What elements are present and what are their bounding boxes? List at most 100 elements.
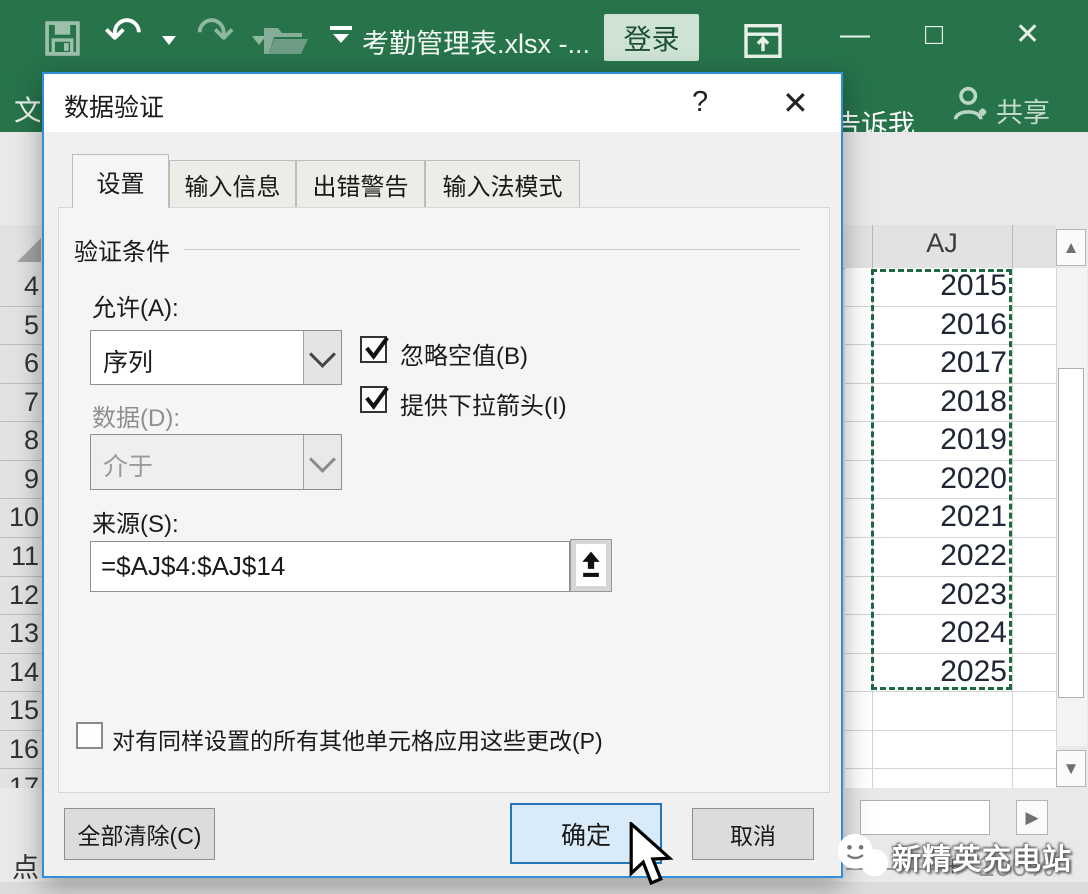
sheet-tab-partial[interactable]: 点 xyxy=(12,846,39,885)
cell-ai[interactable] xyxy=(845,731,873,769)
cell-ak[interactable] xyxy=(1013,422,1056,460)
share-label[interactable]: 共享 xyxy=(996,91,1050,130)
cell-ak[interactable] xyxy=(1013,307,1056,345)
cell-ak[interactable] xyxy=(1013,577,1056,615)
cell-ai[interactable] xyxy=(845,615,873,653)
dialog-close-icon[interactable]: ✕ xyxy=(782,84,809,122)
cell-ai[interactable] xyxy=(845,769,873,788)
cell-ai[interactable] xyxy=(845,307,873,345)
data-value: 介于 xyxy=(103,447,153,483)
undo-icon[interactable]: ↶ xyxy=(104,14,143,52)
row-header-12[interactable]: 12 xyxy=(0,577,45,616)
column-header-aj[interactable]: AJ xyxy=(872,228,1012,259)
cell-ak[interactable] xyxy=(1013,384,1056,422)
excel-window: ↶ ↷ 考勤管理表.xlsx -... 登录 — □ ✕ 文 告诉我 xyxy=(0,0,1088,894)
wechat-icon xyxy=(834,828,892,886)
minimize-button[interactable]: — xyxy=(840,20,870,50)
row-header-15[interactable]: 15 xyxy=(0,692,45,731)
row-header-16[interactable]: 16 xyxy=(0,731,45,770)
group-divider xyxy=(184,249,800,250)
cell-ai[interactable] xyxy=(845,268,873,306)
ignore-blank-label[interactable]: 忽略空值(B) xyxy=(400,336,528,371)
cell-ak[interactable] xyxy=(1013,692,1056,730)
cell-ai[interactable] xyxy=(845,384,873,422)
cell-ai[interactable] xyxy=(845,345,873,383)
source-input[interactable]: =$AJ$4:$AJ$14 xyxy=(90,541,570,592)
cell-ak[interactable] xyxy=(1013,538,1056,576)
watermark-text: 新精英充电站 xyxy=(892,836,1072,878)
check-icon xyxy=(360,382,394,414)
cell-ak[interactable] xyxy=(1013,499,1056,537)
ribbon-display-options-icon[interactable] xyxy=(744,24,782,58)
dialog-help-icon[interactable]: ? xyxy=(692,86,708,119)
data-validation-dialog: 数据验证 ? ✕ 设置输入信息出错警告输入法模式 验证条件 允许(A): 序列 … xyxy=(42,72,843,878)
arrow-up-from-bar-icon xyxy=(580,550,602,580)
chevron-down-icon xyxy=(309,341,336,368)
row-header-5[interactable]: 5 xyxy=(0,307,45,346)
allow-label: 允许(A): xyxy=(92,288,179,323)
cell-ak[interactable] xyxy=(1013,268,1056,306)
row-header-10[interactable]: 10 xyxy=(0,499,45,538)
data-dropdown-button xyxy=(303,435,341,489)
open-folder-icon[interactable] xyxy=(262,22,310,58)
check-icon xyxy=(360,332,394,364)
source-label: 来源(S): xyxy=(92,504,179,539)
row-header-9[interactable]: 9 xyxy=(0,461,45,500)
cell-aj-15[interactable] xyxy=(873,692,1013,730)
cell-ai[interactable] xyxy=(845,499,873,537)
allow-combobox[interactable]: 序列 xyxy=(90,330,342,385)
cell-ak[interactable] xyxy=(1013,615,1056,653)
row-header-column: 4567891011121314151617 xyxy=(0,268,45,808)
cell-ak[interactable] xyxy=(1013,769,1056,788)
close-button[interactable]: ✕ xyxy=(1015,20,1040,50)
ignore-blank-checkbox[interactable] xyxy=(360,336,387,363)
share-person-icon[interactable] xyxy=(952,85,988,123)
collapse-dialog-button[interactable] xyxy=(570,539,612,592)
login-button[interactable]: 登录 xyxy=(604,14,699,61)
cell-ak[interactable] xyxy=(1013,461,1056,499)
vertical-scrollbar-thumb[interactable] xyxy=(1058,368,1084,698)
select-all-corner[interactable] xyxy=(0,225,45,269)
qat-customize-icon[interactable] xyxy=(330,26,352,43)
save-icon[interactable] xyxy=(44,20,81,57)
allow-dropdown-button[interactable] xyxy=(303,331,341,384)
dialog-title-bar[interactable]: 数据验证 ? ✕ xyxy=(44,74,841,132)
undo-dropdown-caret[interactable] xyxy=(162,36,176,45)
cell-ak[interactable] xyxy=(1013,731,1056,769)
apply-all-checkbox[interactable] xyxy=(76,722,103,749)
cell-aj-16[interactable] xyxy=(873,731,1013,769)
dialog-tab-4[interactable]: 输入法模式 xyxy=(425,160,580,208)
grid-row xyxy=(845,769,1056,788)
file-tab-partial[interactable]: 文 xyxy=(14,89,40,129)
dialog-tab-1[interactable]: 设置 xyxy=(72,154,169,208)
cell-ai[interactable] xyxy=(845,577,873,615)
dialog-tab-2[interactable]: 输入信息 xyxy=(169,160,296,208)
row-header-8[interactable]: 8 xyxy=(0,422,45,461)
group-label: 验证条件 xyxy=(74,232,170,267)
cell-ai[interactable] xyxy=(845,538,873,576)
maximize-button[interactable]: □ xyxy=(925,20,943,50)
cancel-button[interactable]: 取消 xyxy=(692,808,814,860)
row-header-7[interactable]: 7 xyxy=(0,384,45,423)
row-header-6[interactable]: 6 xyxy=(0,345,45,384)
apply-all-label[interactable]: 对有同样设置的所有其他单元格应用这些更改(P) xyxy=(112,722,603,756)
in-cell-dropdown-checkbox[interactable] xyxy=(360,386,387,413)
cell-ai[interactable] xyxy=(845,654,873,692)
row-header-14[interactable]: 14 xyxy=(0,654,45,693)
cell-ai[interactable] xyxy=(845,461,873,499)
row-header-4[interactable]: 4 xyxy=(0,268,45,307)
scroll-down-button[interactable]: ▼ xyxy=(1056,750,1086,787)
clear-all-button[interactable]: 全部清除(C) xyxy=(64,808,215,860)
validation-criteria-group: 验证条件 xyxy=(74,232,816,267)
row-header-13[interactable]: 13 xyxy=(0,615,45,654)
cell-ai[interactable] xyxy=(845,422,873,460)
redo-icon[interactable]: ↷ xyxy=(196,14,235,52)
cell-aj-17[interactable] xyxy=(873,769,1013,788)
cell-ak[interactable] xyxy=(1013,345,1056,383)
dialog-tab-3[interactable]: 出错警告 xyxy=(296,160,425,208)
cell-ai[interactable] xyxy=(845,692,873,730)
scroll-up-button[interactable]: ▲ xyxy=(1056,229,1086,266)
in-cell-dropdown-label[interactable]: 提供下拉箭头(I) xyxy=(400,386,567,421)
cell-ak[interactable] xyxy=(1013,654,1056,692)
row-header-11[interactable]: 11 xyxy=(0,538,45,577)
